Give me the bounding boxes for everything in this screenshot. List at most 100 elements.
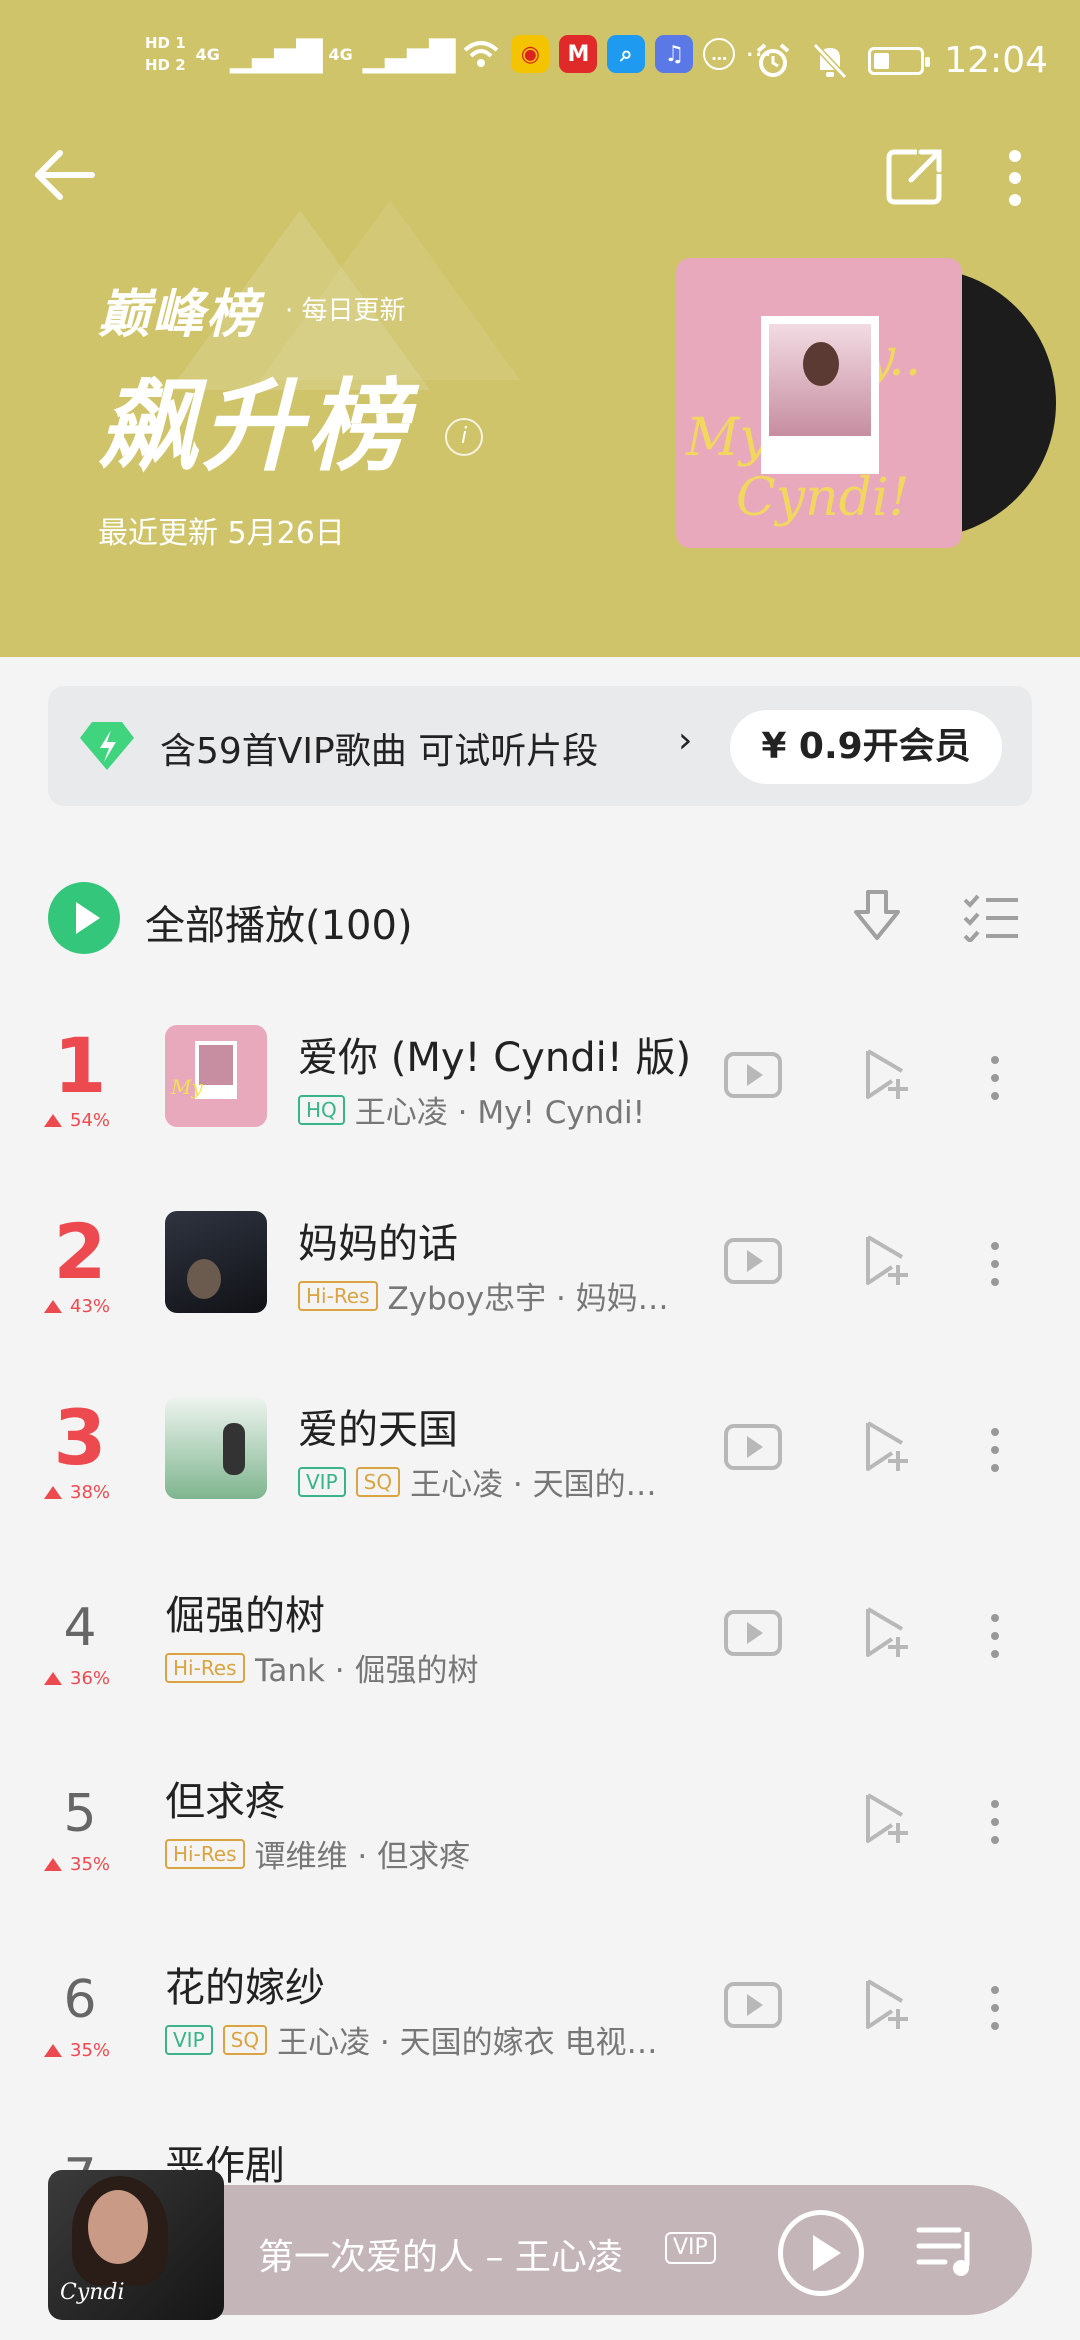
vip-banner[interactable]: 含59首VIP歌曲 可试听片段 › ¥ 0.9开会员 — [48, 686, 1032, 806]
rank-number: 4 — [63, 1598, 97, 1658]
gmail-icon: M — [559, 35, 598, 73]
rank-number: 1 — [53, 1021, 107, 1110]
now-playing-title[interactable]: 第一次爱的人 – 王心凌 — [258, 2228, 623, 2280]
trend-up-icon — [44, 1300, 62, 1313]
play-all-label[interactable]: 全部播放(100) — [145, 893, 413, 951]
add-to-playlist-icon[interactable] — [862, 1791, 912, 1847]
alarm-icon — [756, 42, 790, 77]
song-title: 爱你 (My! Cyndi! 版) — [298, 1035, 692, 1081]
add-to-playlist-icon[interactable] — [862, 1977, 912, 2033]
trend-up-icon — [44, 1672, 62, 1685]
add-to-playlist-icon[interactable] — [862, 1233, 912, 1289]
hd-indicator: HD 1 HD 2 — [145, 34, 186, 74]
download-icon[interactable] — [850, 888, 904, 944]
quality-tag: Hi-Res — [165, 1838, 245, 1869]
trend-indicator: 38% — [44, 1482, 110, 1503]
add-to-playlist-icon[interactable] — [862, 1047, 912, 1103]
trend-up-icon — [44, 1486, 62, 1499]
song-meta: Hi-Res Tank · 倔强的树 — [165, 1645, 705, 1690]
mv-play-icon[interactable] — [724, 1238, 782, 1284]
mv-play-icon[interactable] — [724, 1052, 782, 1098]
song-thumbnail: My — [165, 1025, 267, 1127]
playlist-icon[interactable] — [915, 2222, 979, 2282]
multi-select-icon[interactable] — [962, 892, 1020, 942]
quality-tag: Hi-Res — [165, 1652, 245, 1683]
rank-number: 6 — [63, 1970, 97, 2030]
weibo-icon: ◉ — [511, 35, 550, 73]
more-options-icon[interactable] — [980, 1981, 1010, 2033]
song-meta: Hi-Res 谭维维 · 但求疼 — [165, 1831, 705, 1876]
trend-up-icon — [44, 1858, 62, 1871]
search-app-icon: ⌕ — [607, 35, 646, 73]
last-updated: 最近更新 5月26日 — [98, 516, 345, 551]
song-meta: VIP SQ 王心凌 · 天国的… — [298, 1459, 708, 1504]
more-options-icon[interactable] — [980, 1237, 1010, 1289]
song-meta: Hi-Res Zyboy忠宇 · 妈妈… — [298, 1273, 708, 1318]
more-options-icon[interactable] — [980, 1051, 1010, 1103]
add-to-playlist-icon[interactable] — [862, 1605, 912, 1661]
more-options-icon[interactable] — [980, 1795, 1010, 1847]
song-row[interactable]: 5 35% 但求疼 Hi-Res 谭维维 · 但求疼 — [0, 1769, 1080, 1919]
song-row[interactable]: 6 35% 花的嫁纱 VIP SQ 王心凌 · 天国的嫁衣 电视… — [0, 1955, 1080, 2105]
quality-tag: Hi-Res — [298, 1280, 378, 1311]
net-label: 4G — [195, 44, 220, 64]
trend-indicator: 43% — [44, 1296, 110, 1317]
rank-number: 2 — [53, 1207, 107, 1296]
song-row[interactable]: 4 36% 倔强的树 Hi-Res Tank · 倔强的树 — [0, 1583, 1080, 1733]
music-app-icon: ♫ — [655, 35, 694, 73]
vip-banner-text: 含59首VIP歌曲 可试听片段 — [160, 731, 599, 772]
song-title: 但求疼 — [165, 1779, 285, 1825]
now-playing-cover[interactable]: Cyndi — [48, 2170, 224, 2320]
vip-badge: VIP — [665, 2232, 716, 2264]
clock: 12:04 — [944, 40, 1048, 81]
more-vertical-icon[interactable] — [995, 148, 1035, 208]
song-meta: VIP SQ 王心凌 · 天国的嫁衣 电视… — [165, 2017, 725, 2062]
vip-tag: VIP — [165, 2024, 213, 2055]
trend-indicator: 54% — [44, 1110, 110, 1131]
vip-diamond-icon — [80, 722, 134, 770]
more-options-icon[interactable] — [980, 1609, 1010, 1661]
quality-tag: SQ — [355, 1466, 401, 1497]
update-frequency: · 每日更新 — [285, 296, 406, 326]
trend-up-icon — [44, 1114, 62, 1127]
trend-indicator: 35% — [44, 1854, 110, 1875]
song-thumbnail — [165, 1397, 267, 1499]
more-options-icon[interactable] — [980, 1423, 1010, 1475]
song-title: 爱的天国 — [298, 1407, 458, 1453]
mute-icon — [813, 42, 848, 79]
chevron-right-icon: › — [678, 720, 693, 761]
wifi-icon — [464, 41, 499, 67]
join-vip-button[interactable]: ¥ 0.9开会员 — [730, 710, 1002, 784]
song-title: 妈妈的话 — [298, 1221, 458, 1267]
share-icon[interactable] — [885, 146, 945, 206]
play-button[interactable] — [778, 2210, 864, 2296]
play-all-icon[interactable] — [48, 882, 120, 954]
battery-icon — [868, 46, 931, 75]
song-title: 倔强的树 — [165, 1593, 325, 1639]
quality-tag: HQ — [298, 1094, 345, 1125]
status-bar: HD 1 HD 2 4G ▁▃▅▇ 4G ▁▃▅▇ ◉ M ⌕ ♫ … ··· … — [0, 0, 1080, 130]
song-meta: HQ 王心凌 · My! Cyndi! — [298, 1087, 718, 1132]
song-row[interactable]: 3 38% 爱的天国 VIP SQ 王心凌 · 天国的… — [0, 1393, 1080, 1547]
song-row[interactable]: 2 43% 妈妈的话 Hi-Res Zyboy忠宇 · 妈妈… — [0, 1207, 1080, 1361]
mv-play-icon[interactable] — [724, 1982, 782, 2028]
song-row[interactable]: 1 54% My 爱你 (My! Cyndi! 版) HQ 王心凌 · My! … — [0, 1021, 1080, 1175]
info-icon[interactable]: i — [445, 418, 483, 456]
song-title: 花的嫁纱 — [165, 1965, 325, 2011]
song-thumbnail — [165, 1211, 267, 1313]
mv-play-icon[interactable] — [724, 1610, 782, 1656]
chart-title: 飙升榜 — [98, 368, 410, 485]
chart-family-label: 巅峰榜 — [98, 285, 261, 345]
chart-header: HD 1 HD 2 4G ▁▃▅▇ 4G ▁▃▅▇ ◉ M ⌕ ♫ … ··· … — [0, 0, 1080, 657]
trend-up-icon — [44, 2044, 62, 2057]
signal-icon: ▁▃▅▇ — [229, 34, 323, 74]
mv-play-icon[interactable] — [724, 1424, 782, 1470]
back-arrow-icon[interactable] — [30, 145, 100, 205]
signal-icon: ▁▃▅▇ — [362, 34, 456, 74]
chat-icon: … — [703, 38, 736, 70]
rank-number: 3 — [53, 1393, 107, 1482]
vip-tag: VIP — [298, 1466, 346, 1497]
chart-cover: My! Cy.. Cyndi! — [676, 258, 1056, 548]
add-to-playlist-icon[interactable] — [862, 1419, 912, 1475]
net-label: 4G — [328, 44, 353, 64]
